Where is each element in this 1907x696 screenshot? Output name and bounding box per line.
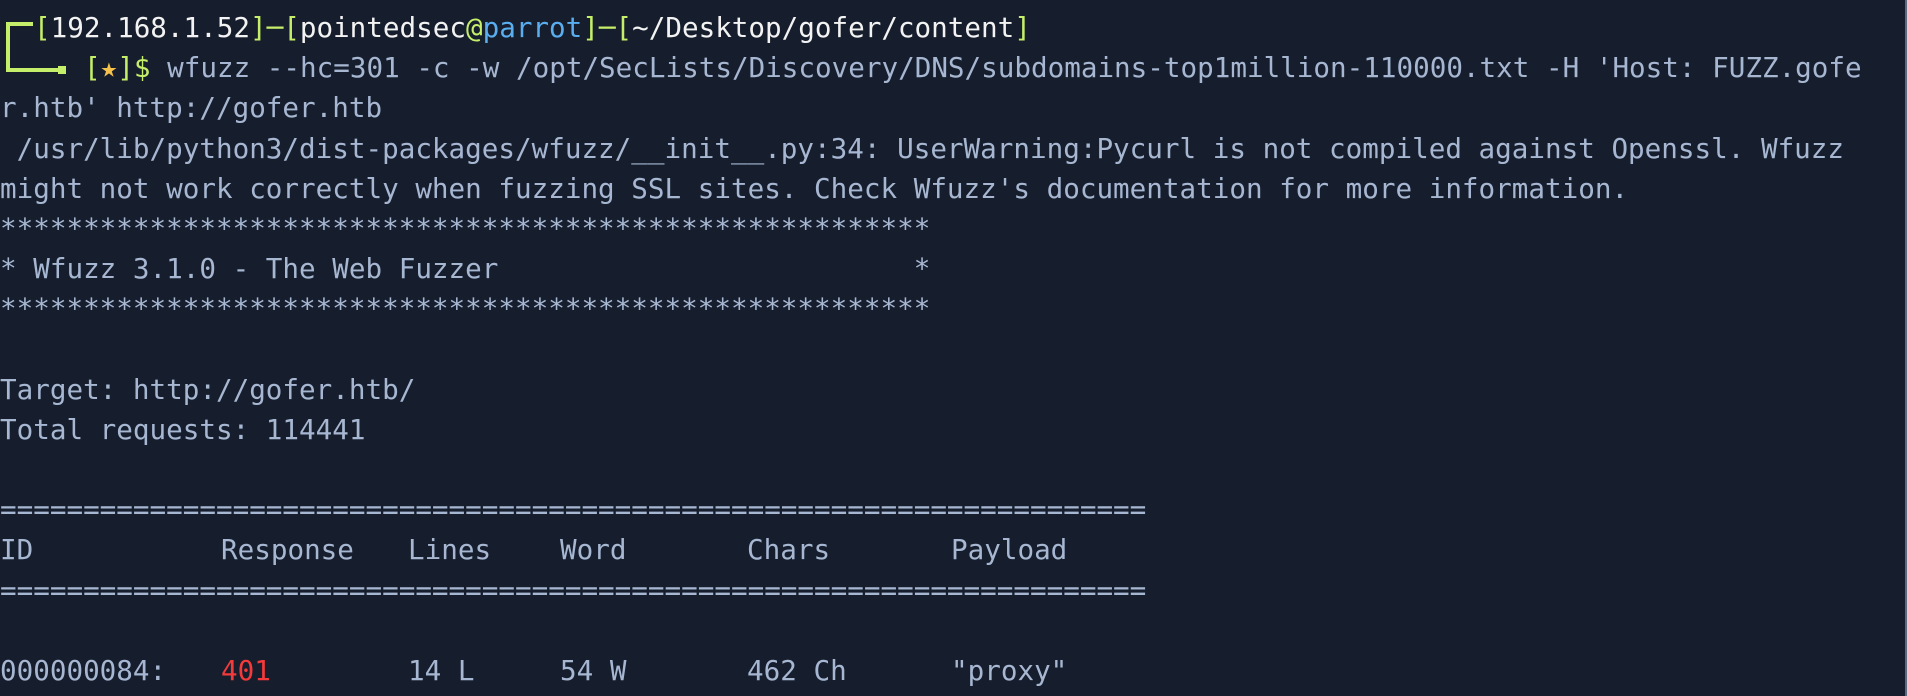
prompt-corner-icon [0,8,34,49]
row-chars: 462 Ch [747,654,847,687]
table-separator: ========================================… [0,573,1147,607]
command-continuation: r.htb' http://gofer.htb [0,91,383,125]
header-lines: Lines [408,533,492,567]
command-line[interactable]: [★]$ wfuzz --hc=301 -c -w /opt/SecLists/… [0,48,1905,88]
row-lines: 14 L [408,654,475,687]
prompt-symbol: $ [133,51,151,85]
header-id: ID [0,533,34,567]
row-word: 54 W [560,654,627,687]
prompt-ip: 192.168.1.52 [50,11,250,44]
warning-line: /usr/lib/python3/dist-packages/wfuzz/__i… [0,131,1845,165]
warning-line: might not work correctly when fuzzing SS… [0,171,1629,205]
banner-border: ****************************************… [0,292,931,326]
banner-border: ****************************************… [0,211,931,245]
header-response: Response [221,533,354,567]
table-separator: ========================================… [0,493,1147,527]
banner-title: * Wfuzz 3.1.0 - The Web Fuzzer * [0,252,931,286]
prompt-arrow-icon [0,48,84,88]
table-row: 000000084: 401 14 L 54 W 462 Ch "proxy" [0,651,1905,691]
prompt-user: pointedsec [299,11,466,44]
row-response: 401 [221,654,271,687]
header-chars: Chars [747,533,831,567]
terminal-window[interactable]: [192.168.1.52]─[pointedsec@parrot]─[~/De… [0,8,1905,691]
header-payload: Payload [951,533,1068,567]
target-line: Target: http://gofer.htb/ [0,372,416,406]
prompt-cwd: ~/Desktop/gofer/content [632,11,1015,44]
prompt-host: parrot [482,11,583,44]
prompt-line: [192.168.1.52]─[pointedsec@parrot]─[~/De… [0,8,1905,49]
prompt-at: @ [465,11,483,44]
results-table-header: ID Response Lines Word Chars Payload [0,530,1905,570]
total-requests-line: Total requests: 114441 [0,412,366,446]
row-id: 000000084: [0,654,167,687]
command-text: wfuzz --hc=301 -c -w /opt/SecLists/Disco… [167,51,1862,85]
row-payload: "proxy" [951,654,1068,687]
header-word: Word [560,533,627,567]
star-icon: ★ [100,51,118,85]
